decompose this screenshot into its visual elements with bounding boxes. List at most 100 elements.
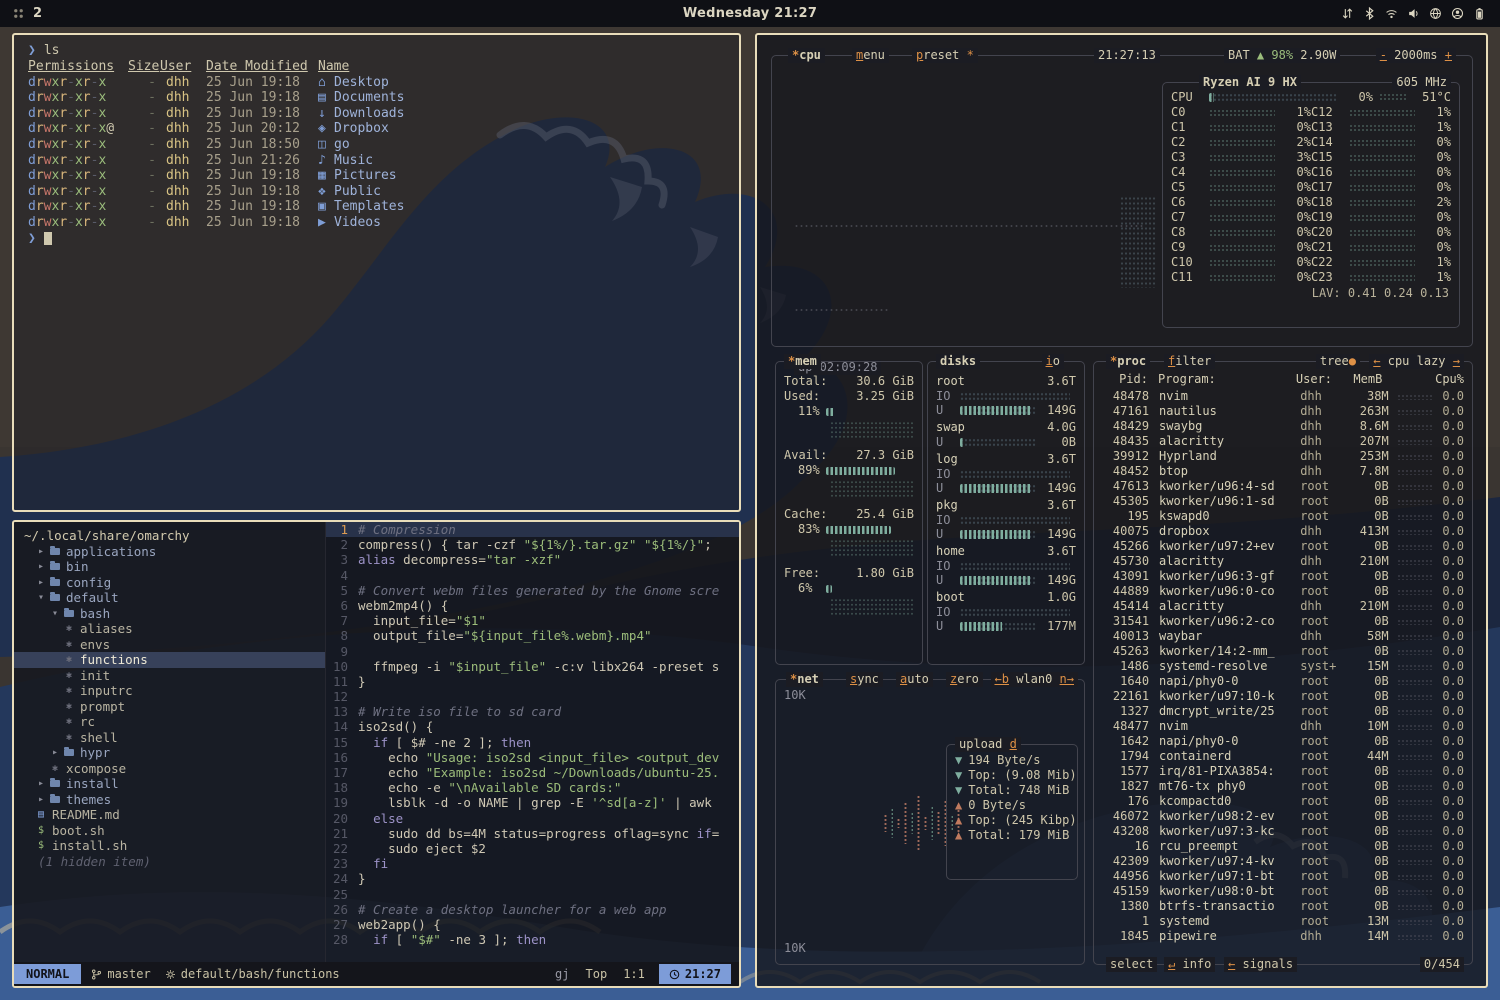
process-row[interactable]: 1845pipewiredhh14M0.0	[1102, 929, 1464, 944]
process-row[interactable]: 47613kworker/u96:4-sdroot0B0.0	[1102, 479, 1464, 494]
process-row[interactable]: 44889kworker/u96:0-coroot0B0.0	[1102, 584, 1464, 599]
tree-item-config[interactable]: ▸config	[14, 575, 325, 591]
tree-item-xcompose[interactable]: ✱xcompose	[14, 761, 325, 777]
tree-item-functions[interactable]: ✱functions	[14, 652, 325, 668]
process-row[interactable]: 45414alacrittydhh210M0.0	[1102, 599, 1464, 614]
tree-item-aliases[interactable]: ✱aliases	[14, 621, 325, 637]
process-row[interactable]: 48452btopdhh7.8M0.0	[1102, 464, 1464, 479]
process-row[interactable]: 43091kworker/u96:3-gfroot0B0.0	[1102, 569, 1464, 584]
code-line: 12	[326, 689, 739, 704]
process-row[interactable]: 43208kworker/u97:3-kcroot0B0.0	[1102, 824, 1464, 839]
process-row[interactable]: 48429swaybgdhh8.6M0.0	[1102, 419, 1464, 434]
process-row[interactable]: 195kswapd0root0B0.0	[1102, 509, 1464, 524]
io-mode-button[interactable]: io	[1042, 354, 1064, 369]
process-row[interactable]: 1640napi/phy0-0root0B0.0	[1102, 674, 1464, 689]
tree-item-install-sh[interactable]: $install.sh	[14, 838, 325, 854]
tree-toggle-button[interactable]: tree●	[1316, 354, 1360, 369]
folder-icon: ▦	[318, 168, 334, 184]
process-row[interactable]: 40013waybardhh58M0.0	[1102, 629, 1464, 644]
process-row[interactable]: 16rcu_preemptroot0B0.0	[1102, 839, 1464, 854]
process-row[interactable]: 45305kworker/u96:1-sdroot0B0.0	[1102, 494, 1464, 509]
account-icon[interactable]	[1451, 7, 1464, 20]
tree-item-applications[interactable]: ▸applications	[14, 544, 325, 560]
editor-window[interactable]: ~/.local/share/omarchy ▸applications▸bin…	[12, 520, 741, 988]
process-row[interactable]: 22161kworker/u97:10-kroot0B0.0	[1102, 689, 1464, 704]
net-interface-selector[interactable]: ←b wlan0 n→	[991, 672, 1079, 687]
process-row[interactable]: 176kcompactd0root0B0.0	[1102, 794, 1464, 809]
process-pid: 44889	[1102, 584, 1149, 599]
tree-item-envs[interactable]: ✱envs	[14, 637, 325, 653]
permissions: drwxr-xr-x	[28, 90, 128, 106]
process-row[interactable]: 48435alacrittydhh207M0.0	[1102, 434, 1464, 449]
cpu-core-c8: C80%	[1171, 225, 1311, 240]
process-row[interactable]: 47161nautilusdhh263M0.0	[1102, 404, 1464, 419]
shell-prompt-line[interactable]: ❯	[28, 231, 725, 247]
process-row[interactable]: 44956kworker/u97:1-btroot0B0.0	[1102, 869, 1464, 884]
process-row[interactable]: 1642napi/phy0-0root0B0.0	[1102, 734, 1464, 749]
wifi-icon[interactable]	[1385, 7, 1398, 20]
battery-icon[interactable]	[1473, 7, 1486, 20]
process-row[interactable]: 1827mt76-tx phy0root0B0.0	[1102, 779, 1464, 794]
code-editor[interactable]: 1# Compression2compress() { tar -czf "${…	[326, 522, 739, 962]
process-user: root	[1300, 674, 1349, 689]
net-zero-button[interactable]: zero	[946, 672, 983, 687]
process-row[interactable]: 45159kworker/u98:0-btroot0B0.0	[1102, 884, 1464, 899]
process-row[interactable]: 42309kworker/u97:4-kvroot0B0.0	[1102, 854, 1464, 869]
tree-item-prompt[interactable]: ✱prompt	[14, 699, 325, 715]
terminal-window[interactable]: ❯ ls PermissionsSizeUserDate ModifiedNam…	[12, 33, 741, 512]
workspace-number[interactable]: 2	[33, 6, 42, 21]
process-row[interactable]: 1486systemd-resolvesyst+15M0.0	[1102, 659, 1464, 674]
process-row[interactable]: 46072kworker/u98:2-evroot0B0.0	[1102, 809, 1464, 824]
tree-item-rc[interactable]: ✱rc	[14, 714, 325, 730]
file-name: ▣Templates	[318, 199, 725, 215]
process-row[interactable]: 45266kworker/u97:2+evroot0B0.0	[1102, 539, 1464, 554]
tree-item-themes[interactable]: ▸themes	[14, 792, 325, 808]
system-monitor-window[interactable]: *cpu menu preset * 21:27:13 BAT ▲ 98% 2.…	[755, 33, 1488, 988]
git-branch-name: master	[107, 967, 150, 981]
tree-item-shell[interactable]: ✱shell	[14, 730, 325, 746]
process-row[interactable]: 39912Hyprlanddhh253M0.0	[1102, 449, 1464, 464]
net-auto-button[interactable]: auto	[896, 672, 933, 687]
process-row[interactable]: 1577irq/81-PIXA3854:root0B0.0	[1102, 764, 1464, 779]
process-mem: 210M	[1349, 599, 1389, 614]
workspace-indicator[interactable]: 2	[0, 6, 220, 21]
net-sync-button[interactable]: sync	[846, 672, 883, 687]
select-button[interactable]: select	[1106, 957, 1157, 972]
tree-item-boot-sh[interactable]: $boot.sh	[14, 823, 325, 839]
network-icon[interactable]	[1429, 7, 1442, 20]
process-row[interactable]: 1327dmcrypt_write/25root0B0.0	[1102, 704, 1464, 719]
process-row[interactable]: 31541kworker/u96:2-coroot0B0.0	[1102, 614, 1464, 629]
process-row[interactable]: 1794containerdroot44M0.0	[1102, 749, 1464, 764]
process-row[interactable]: 48477nvimdhh10M0.0	[1102, 719, 1464, 734]
signals-button[interactable]: ← signals	[1224, 957, 1297, 972]
bluetooth-icon[interactable]	[1363, 7, 1376, 20]
tree-item-bash[interactable]: ▾bash	[14, 606, 325, 622]
filter-button[interactable]: filter	[1164, 354, 1215, 369]
tree-item-default[interactable]: ▾default	[14, 590, 325, 606]
tree-item-install[interactable]: ▸install	[14, 776, 325, 792]
code-line: 16 echo "Usage: iso2sd <input_file> <out…	[326, 750, 739, 765]
info-button[interactable]: ↵ info	[1164, 957, 1215, 972]
code-line: 11}	[326, 674, 739, 689]
process-row[interactable]: 48478nvimdhh38M0.0	[1102, 389, 1464, 404]
tree-item-hypr[interactable]: ▸hypr	[14, 745, 325, 761]
tree-item--1-hidden-item-[interactable]: (1 hidden item)	[14, 854, 325, 870]
process-row[interactable]: 1380btrfs-transactioroot0B0.0	[1102, 899, 1464, 914]
tree-label: config	[66, 575, 111, 591]
tree-item-inputrc[interactable]: ✱inputrc	[14, 683, 325, 699]
process-row[interactable]: 45730alacrittydhh210M0.0	[1102, 554, 1464, 569]
tree-item-readme-md[interactable]: ▤README.md	[14, 807, 325, 823]
menu-button[interactable]: menu	[852, 48, 889, 63]
code-line: 7 input_file="$1"	[326, 613, 739, 628]
update-interval-control[interactable]: - 2000ms +	[1376, 48, 1456, 63]
volume-icon[interactable]	[1407, 7, 1420, 20]
tree-item-bin[interactable]: ▸bin	[14, 559, 325, 575]
process-row[interactable]: 40075dropboxdhh413M0.0	[1102, 524, 1464, 539]
updown-arrows-icon[interactable]	[1341, 7, 1354, 20]
process-row[interactable]: 45263kworker/14:2-mm_root0B0.0	[1102, 644, 1464, 659]
permissions: drwxr-xr-x@	[28, 121, 128, 137]
sort-selector[interactable]: ← cpu lazy →	[1369, 354, 1464, 369]
preset-button[interactable]: preset *	[912, 48, 978, 63]
tree-item-init[interactable]: ✱init	[14, 668, 325, 684]
process-row[interactable]: 1systemdroot13M0.0	[1102, 914, 1464, 929]
